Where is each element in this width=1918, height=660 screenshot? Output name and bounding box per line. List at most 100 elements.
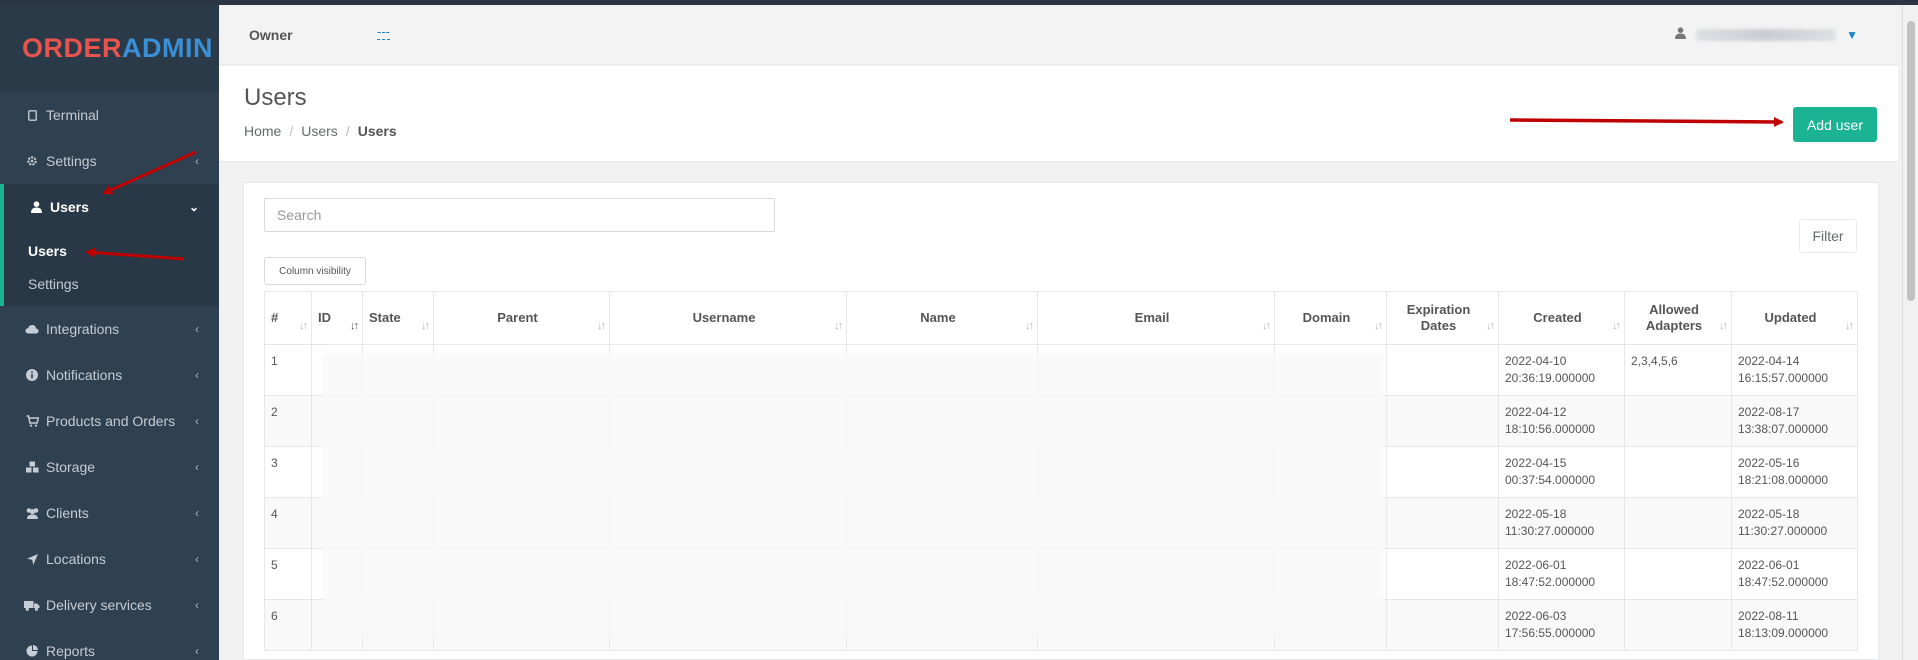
chevron-left-icon: ‹ xyxy=(195,644,199,658)
table-header-row: # ↓↑ ID ↓↑ State ↓↑ Parent ↓↑ Username ↓↑ Nam… xyxy=(264,291,1858,345)
column-header-name[interactable]: Name ↓↑ xyxy=(846,291,1038,345)
cell-created: 2022-05-18 11:30:27.000000 xyxy=(1498,497,1625,549)
column-header-id[interactable]: ID ↓↑ xyxy=(311,291,363,345)
column-visibility-button[interactable]: Column visibility xyxy=(264,257,366,285)
gear-icon xyxy=(24,155,40,167)
column-header-state[interactable]: State ↓↑ xyxy=(362,291,434,345)
pie-chart-icon xyxy=(24,645,40,657)
sidebar-item-label: Storage xyxy=(46,459,96,475)
column-header-email[interactable]: Email ↓↑ xyxy=(1037,291,1275,345)
user-menu[interactable]: ▼ xyxy=(1675,27,1858,42)
redacted-data-area xyxy=(322,354,1384,638)
logo-part-order: ORDER xyxy=(22,33,123,63)
page-title: Users xyxy=(244,84,307,111)
cell-num: 2 xyxy=(264,395,312,447)
breadcrumb-current: Users xyxy=(357,123,397,139)
cloud-icon xyxy=(24,324,40,334)
filter-button[interactable]: Filter xyxy=(1799,219,1857,253)
cell-updated: 2022-05-16 18:21:08.000000 xyxy=(1731,446,1858,498)
logo[interactable]: ORDER ADMIN xyxy=(0,5,219,92)
sidebar-item-label: Locations xyxy=(46,551,106,567)
sidebar: ORDER ADMIN Terminal Settings ‹ Users ⌄ U… xyxy=(0,5,219,660)
sidebar-item-settings[interactable]: Settings ‹ xyxy=(0,138,219,184)
cell-allowed-adapters: 2,3,4,5,6 xyxy=(1624,344,1732,396)
column-header-num[interactable]: # ↓↑ xyxy=(264,291,312,345)
submenu-item-settings[interactable]: Settings xyxy=(4,267,219,300)
breadcrumb-separator: / xyxy=(345,123,350,139)
cell-num: 5 xyxy=(264,548,312,600)
sort-icon: ↓↑ xyxy=(350,320,359,332)
breadcrumb-users[interactable]: Users xyxy=(301,123,338,139)
users-icon xyxy=(24,507,40,519)
cell-expiration xyxy=(1386,446,1499,498)
chevron-down-icon: ⌄ xyxy=(188,200,199,214)
sidebar-item-label: Notifications xyxy=(46,367,123,383)
cell-updated: 2022-05-18 11:30:27.000000 xyxy=(1731,497,1858,549)
info-icon xyxy=(24,369,40,381)
search-input[interactable] xyxy=(264,198,775,232)
sidebar-item-delivery-services[interactable]: Delivery services ‹ xyxy=(0,582,219,628)
page-scrollbar[interactable] xyxy=(1902,5,1918,660)
column-header-username[interactable]: Username ↓↑ xyxy=(609,291,847,345)
cart-icon xyxy=(24,415,40,427)
column-header-created[interactable]: Created ↓↑ xyxy=(1498,291,1625,345)
sidebar-item-label: Terminal xyxy=(46,107,99,123)
breadcrumb-home[interactable]: Home xyxy=(244,123,281,139)
cell-created: 2022-04-10 20:36:19.000000 xyxy=(1498,344,1625,396)
cell-allowed-adapters xyxy=(1624,446,1732,498)
sidebar-item-notifications[interactable]: Notifications ‹ xyxy=(0,352,219,398)
submenu-item-users[interactable]: Users xyxy=(4,234,219,267)
scrollbar-thumb[interactable] xyxy=(1907,21,1915,301)
sidebar-item-label: Clients xyxy=(46,505,89,521)
cell-num: 4 xyxy=(264,497,312,549)
cell-updated: 2022-08-17 13:38:07.000000 xyxy=(1731,395,1858,447)
sort-icon: ↓↑ xyxy=(1612,320,1621,332)
sidebar-item-locations[interactable]: Locations ‹ xyxy=(0,536,219,582)
sidebar-item-clients[interactable]: Clients ‹ xyxy=(0,490,219,536)
sort-icon: ↓↑ xyxy=(421,320,430,332)
cell-num: 6 xyxy=(264,599,312,651)
sort-icon: ↓↑ xyxy=(1262,320,1271,332)
cell-num: 3 xyxy=(264,446,312,498)
chevron-left-icon: ‹ xyxy=(195,368,199,382)
user-name-blurred xyxy=(1696,28,1837,41)
cell-expiration xyxy=(1386,548,1499,600)
sort-icon: ↓↑ xyxy=(299,320,308,332)
owner-select-link[interactable]: --- xyxy=(377,25,390,40)
chevron-left-icon: ‹ xyxy=(195,552,199,566)
column-header-expiration-dates[interactable]: Expiration Dates ↓↑ xyxy=(1386,291,1499,345)
chevron-left-icon: ‹ xyxy=(195,322,199,336)
sidebar-item-integrations[interactable]: Integrations ‹ xyxy=(0,306,219,352)
cell-created: 2022-04-15 00:37:54.000000 xyxy=(1498,446,1625,498)
cell-num: 1 xyxy=(264,344,312,396)
sort-icon: ↓↑ xyxy=(1719,320,1728,332)
chevron-left-icon: ‹ xyxy=(195,460,199,474)
sort-icon: ↓↑ xyxy=(1374,320,1383,332)
truck-icon xyxy=(24,600,40,611)
column-header-updated[interactable]: Updated ↓↑ xyxy=(1731,291,1858,345)
sidebar-item-products-orders[interactable]: Products and Orders ‹ xyxy=(0,398,219,444)
sidebar-item-reports[interactable]: Reports ‹ xyxy=(0,628,219,660)
cell-allowed-adapters xyxy=(1624,548,1732,600)
sidebar-item-terminal[interactable]: Terminal xyxy=(0,92,219,138)
sidebar-item-users[interactable]: Users ⌄ xyxy=(0,184,219,230)
cell-created: 2022-06-01 18:47:52.000000 xyxy=(1498,548,1625,600)
sidebar-item-label: Products and Orders xyxy=(46,413,176,429)
sidebar-item-label: Reports xyxy=(46,643,96,659)
column-header-domain[interactable]: Domain ↓↑ xyxy=(1274,291,1387,345)
location-arrow-icon xyxy=(24,553,40,565)
cubes-icon xyxy=(24,461,40,473)
chevron-left-icon: ‹ xyxy=(195,414,199,428)
sidebar-item-label: Settings xyxy=(46,153,97,169)
column-header-parent[interactable]: Parent ↓↑ xyxy=(433,291,610,345)
cell-expiration xyxy=(1386,497,1499,549)
chevron-left-icon: ‹ xyxy=(195,154,199,168)
sidebar-item-label: Delivery services xyxy=(46,597,152,613)
column-header-allowed-adapters[interactable]: Allowed Adapters ↓↑ xyxy=(1624,291,1732,345)
breadcrumb-separator: / xyxy=(289,123,294,139)
add-user-button[interactable]: Add user xyxy=(1793,107,1877,142)
cell-expiration xyxy=(1386,395,1499,447)
sidebar-item-label: Users xyxy=(50,199,89,215)
top-header: Owner --- ▼ xyxy=(219,5,1898,65)
sidebar-item-storage[interactable]: Storage ‹ xyxy=(0,444,219,490)
